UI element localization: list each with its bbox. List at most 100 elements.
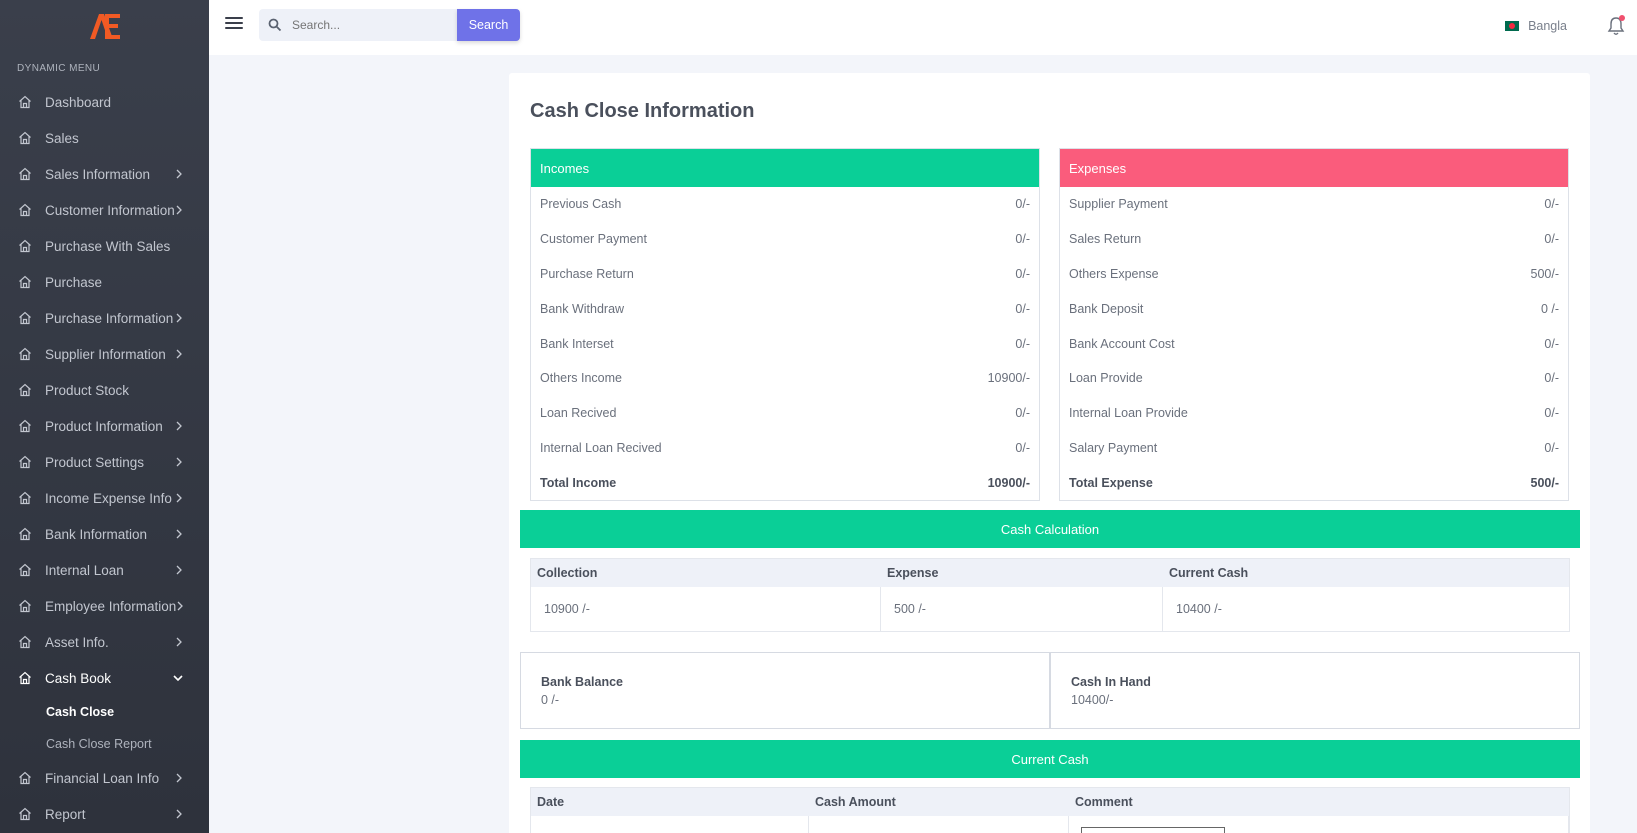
sidebar-item-sales[interactable]: Sales — [0, 120, 209, 156]
chevron-right-icon — [176, 421, 182, 431]
sidebar-item-employee-information[interactable]: Employee Information — [0, 588, 209, 624]
sidebar-item-label: Customer Information — [45, 202, 175, 218]
sidebar-item-label: Sales — [45, 130, 79, 146]
chevron-right-icon — [176, 773, 182, 783]
incomes-row: Previous Cash 0/- — [531, 187, 1039, 222]
row-value: 0 /- — [1540, 301, 1559, 316]
chevron-right-icon — [176, 809, 182, 819]
incomes-header: Incomes — [531, 149, 1039, 187]
sidebar-item-financial-loan-info[interactable]: Financial Loan Info — [0, 760, 209, 796]
sidebar-item-purchase-information[interactable]: Purchase Information — [0, 300, 209, 336]
sidebar-item-product-settings[interactable]: Product Settings — [0, 444, 209, 480]
sidebar-item-label: Product Information — [45, 418, 163, 434]
cash-amount-cell[interactable] — [809, 816, 1069, 833]
home-icon — [19, 671, 31, 685]
collection-header: Collection — [537, 566, 598, 580]
collection-value: 10900 /- — [531, 587, 881, 631]
incomes-row: Internal Loan Recived 0/- — [531, 431, 1039, 466]
chevron-down-icon — [173, 675, 183, 682]
bank-balance-value: 0 /- — [541, 693, 560, 707]
sidebar-item-label: Income Expense Info — [45, 490, 172, 506]
sidebar-item-customer-information[interactable]: Customer Information — [0, 192, 209, 228]
sidebar-item-label: Sales Information — [45, 166, 151, 182]
sidebar-item-product-information[interactable]: Product Information — [0, 408, 209, 444]
sidebar-item-label: Asset Info. — [45, 634, 109, 650]
row-label: Salary Payment — [1069, 440, 1158, 455]
chevron-right-icon — [176, 637, 182, 647]
total-expense-label: Total Expense — [1069, 475, 1153, 490]
home-icon — [19, 347, 31, 361]
comment-input[interactable] — [1081, 827, 1225, 833]
hamburger-menu-icon[interactable] — [225, 17, 243, 31]
home-icon — [19, 599, 31, 613]
row-label: Bank Deposit — [1069, 301, 1144, 316]
home-icon — [19, 563, 31, 577]
chevron-right-icon — [176, 493, 182, 503]
balance-row: Bank Balance 0 /- Cash In Hand 10400/- — [520, 652, 1580, 729]
expenses-row: Supplier Payment 0/- — [1060, 187, 1568, 222]
total-expense-value: 500/- — [1530, 475, 1560, 490]
incomes-rows: Previous Cash 0/- Customer Payment 0/- Purch… — [531, 187, 1039, 465]
row-label: Supplier Payment — [1069, 197, 1168, 212]
bank-balance-box: Bank Balance 0 /- — [520, 652, 1050, 729]
sidebar-item-cash-book[interactable]: Cash Book — [0, 660, 209, 696]
home-icon — [19, 167, 31, 181]
sidebar-item-product-stock[interactable]: Product Stock — [0, 372, 209, 408]
sidebar-item-asset-info[interactable]: Asset Info. — [0, 624, 209, 660]
sidebar-item-label: Product Settings — [45, 454, 145, 470]
sidebar-item-dashboard[interactable]: Dashboard — [0, 84, 209, 120]
sidebar-item-label: Purchase Information — [45, 310, 174, 326]
brand-logo-icon — [89, 14, 120, 39]
row-value: 0/- — [1015, 336, 1030, 351]
sidebar-item-income-expense-info[interactable]: Income Expense Info — [0, 480, 209, 516]
row-label: Sales Return — [1069, 232, 1142, 247]
incomes-row: Bank Interset 0/- — [531, 326, 1039, 361]
incomes-row: Loan Recived 0/- — [531, 396, 1039, 431]
home-icon — [19, 383, 31, 397]
chevron-right-icon — [176, 565, 182, 575]
table-row — [531, 816, 1569, 833]
search-input[interactable] — [292, 18, 452, 32]
date-cell[interactable] — [531, 816, 809, 833]
expenses-header: Expenses — [1060, 149, 1568, 187]
search-button[interactable]: Search — [457, 9, 520, 41]
home-icon — [19, 95, 31, 109]
chevron-right-icon — [176, 313, 182, 323]
row-label: Bank Interset — [540, 336, 614, 351]
current-cash-header: Current Cash — [1169, 566, 1249, 580]
sidebar-item-purchase[interactable]: Purchase — [0, 264, 209, 300]
language-selector[interactable]: Bangla — [1505, 19, 1567, 33]
home-icon — [19, 203, 31, 217]
search-box — [259, 9, 468, 41]
cash-close-card: Cash Close Information Incomes Previous … — [509, 73, 1590, 833]
incomes-row: Customer Payment 0/- — [531, 222, 1039, 257]
incomes-row: Others Income 10900/- — [531, 361, 1039, 396]
expenses-rows: Supplier Payment 0/- Sales Return 0/- Others… — [1060, 187, 1568, 465]
sidebar-item-purchase-with-sales[interactable]: Purchase With Sales — [0, 228, 209, 264]
cash-in-hand-value: 10400/- — [1071, 693, 1114, 707]
cash-in-hand-label: Cash In Hand — [1071, 675, 1151, 689]
incomes-row: Bank Withdraw 0/- — [531, 291, 1039, 326]
language-label: Bangla — [1528, 19, 1567, 33]
sidebar-item-supplier-information[interactable]: Supplier Information — [0, 336, 209, 372]
expenses-row: Sales Return 0/- — [1060, 222, 1568, 257]
sidebar-subitem-cash-close[interactable]: Cash Close — [0, 696, 209, 728]
sidebar-item-bank-information[interactable]: Bank Information — [0, 516, 209, 552]
table-header: Collection Expense Current Cash — [531, 559, 1569, 587]
chevron-right-icon — [176, 349, 182, 359]
current-cash-bar: Current Cash — [520, 740, 1580, 778]
row-label: Previous Cash — [540, 197, 622, 212]
sidebar-item-label: Cash Book — [45, 670, 112, 686]
logo[interactable] — [0, 0, 209, 52]
chevron-right-icon — [176, 457, 182, 467]
sidebar-item-sales-information[interactable]: Sales Information — [0, 156, 209, 192]
row-value: 0/- — [1544, 406, 1559, 421]
expenses-row: Loan Provide 0/- — [1060, 361, 1568, 396]
home-icon — [19, 491, 31, 505]
row-label: Loan Provide — [1069, 371, 1143, 386]
sidebar-item-internal-loan[interactable]: Internal Loan — [0, 552, 209, 588]
sidebar-subitem-cash-close-report[interactable]: Cash Close Report — [0, 728, 209, 760]
sidebar-item-report[interactable]: Report — [0, 796, 209, 832]
expenses-row: Internal Loan Provide 0/- — [1060, 396, 1568, 431]
row-label: Internal Loan Provide — [1069, 406, 1188, 421]
